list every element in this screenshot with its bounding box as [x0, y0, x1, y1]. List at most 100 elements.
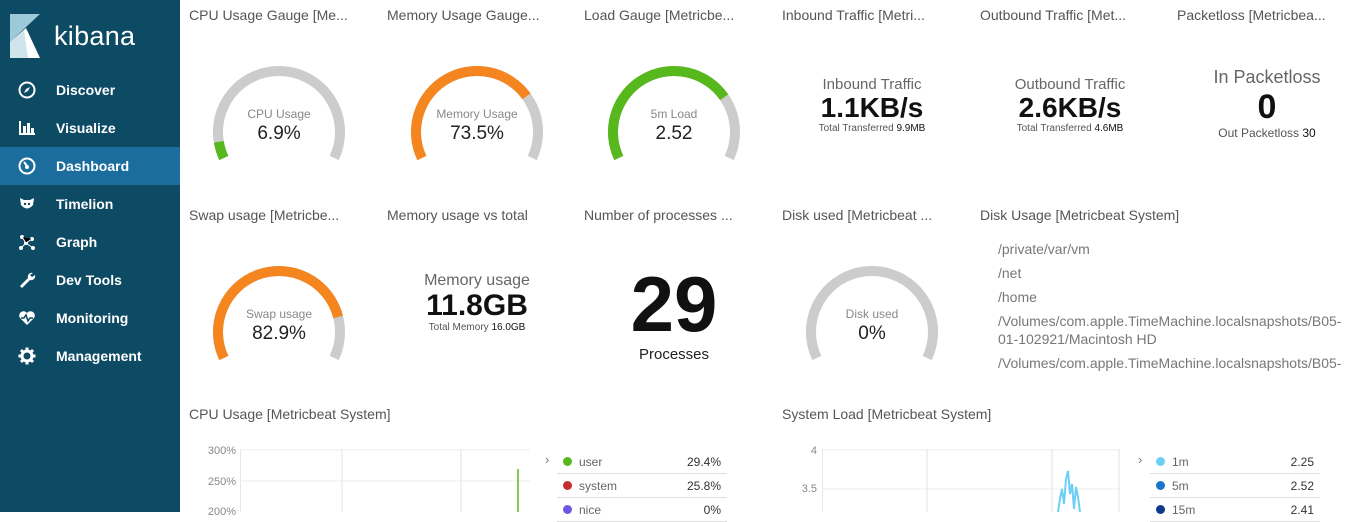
swap-gauge: Swap usage 82.9% — [209, 262, 349, 362]
metric-sub-value: 9.9MB — [896, 123, 926, 134]
metric-sub: Out Packetloss 30 — [1167, 126, 1366, 140]
y-tick-label: 300% — [207, 445, 236, 457]
nav-item-monitoring[interactable]: Monitoring — [0, 299, 180, 337]
legend-item-15m[interactable]: 15m 2.41 — [1150, 498, 1320, 522]
legend-item-system[interactable]: system 25.8% — [557, 474, 727, 498]
nav-label: Graph — [56, 234, 98, 250]
gauge-label: Swap usage — [245, 307, 313, 321]
y-tick-label: 3.5 — [801, 483, 817, 495]
nav-item-timelion[interactable]: Timelion — [0, 185, 180, 223]
legend-label: 5m — [1172, 478, 1189, 493]
nav-label: Timelion — [56, 196, 114, 212]
gauge-label: Memory Usage — [436, 107, 518, 121]
gauge-value: 0% — [858, 323, 886, 344]
logo-text: kibana — [54, 20, 136, 51]
panel-title-processes: Number of processes ... — [584, 207, 733, 223]
panel-title-disk-usage: Disk Usage [Metricbeat System] — [980, 207, 1180, 223]
memory-total-metric: Memory usage 11.8GB Total Memory 16.0GB — [377, 272, 577, 333]
panel-title-load-gauge: Load Gauge [Metricbe... — [584, 7, 735, 23]
kibana-logo[interactable]: kibana — [10, 14, 135, 58]
panel-title-system-load: System Load [Metricbeat System] — [782, 406, 992, 422]
nav-label: Monitoring — [56, 310, 129, 326]
legend-dot — [1156, 481, 1165, 490]
graph-icon — [18, 233, 36, 251]
nav-item-dev-tools[interactable]: Dev Tools — [0, 261, 180, 299]
nav-item-graph[interactable]: Graph — [0, 223, 180, 261]
legend-toggle-chevron-icon[interactable]: › — [545, 452, 549, 467]
list-item[interactable]: /home — [998, 288, 1343, 306]
legend-item-1m[interactable]: 1m 2.25 — [1150, 450, 1320, 474]
legend-label: user — [579, 454, 603, 469]
gear-icon — [18, 347, 36, 365]
panel-title-cpu-usage: CPU Usage [Metricbeat System] — [189, 406, 391, 422]
nav-label: Dev Tools — [56, 272, 122, 288]
legend-item-nice[interactable]: nice 0% — [557, 498, 727, 522]
metric-sub: Total Transferred 9.9MB — [772, 123, 972, 134]
list-item[interactable]: /Volumes/com.apple.TimeMachine.localsnap… — [998, 354, 1343, 372]
legend-value: 29.4% — [686, 454, 721, 469]
dashboard-icon — [18, 157, 36, 175]
list-item[interactable]: /Volumes/com.apple.TimeMachine.localsnap… — [998, 312, 1343, 348]
legend-value: 25.8% — [686, 478, 721, 493]
panel-title-swap: Swap usage [Metricbe... — [189, 207, 340, 223]
legend-label: nice — [579, 502, 602, 517]
metric-sub-label: Out Packetloss — [1218, 126, 1299, 140]
load-1m-series-line — [1057, 470, 1081, 512]
metric-label: Inbound Traffic — [822, 76, 922, 93]
nav-item-discover[interactable]: Discover — [0, 71, 180, 109]
legend-dot — [1156, 457, 1165, 466]
nav-label: Dashboard — [56, 158, 130, 174]
cpu-gauge: CPU Usage 6.9% — [209, 62, 349, 162]
gauge-value: 73.5% — [450, 123, 504, 144]
metric-sub-label: Total Transferred — [1016, 123, 1092, 134]
list-item[interactable]: /net — [998, 264, 1343, 282]
metric-value: 1.1KB/s — [820, 92, 924, 123]
gauge-label: 5m Load — [650, 107, 698, 121]
metric-label: In Packetloss — [1213, 67, 1321, 87]
metric-sub-label: Total Memory — [428, 322, 489, 333]
gauge-value: 82.9% — [252, 323, 306, 344]
list-item[interactable]: /private/var/vm — [998, 240, 1343, 258]
legend-label: system — [579, 478, 618, 493]
wrench-icon — [18, 271, 36, 289]
metric-sub-value: 30 — [1302, 126, 1316, 140]
inbound-metric: Inbound Traffic 1.1KB/s Total Transferre… — [772, 76, 972, 134]
outbound-metric: Outbound Traffic 2.6KB/s Total Transferr… — [970, 76, 1170, 134]
metric-value: 2.6KB/s — [1018, 92, 1122, 123]
disk-gauge: Disk used 0% — [802, 262, 942, 362]
legend-dot — [1156, 505, 1165, 514]
panel-title-cpu-gauge: CPU Usage Gauge [Me... — [189, 7, 348, 23]
nav-label: Management — [56, 348, 142, 364]
metric-sub-value: 4.6MB — [1094, 123, 1124, 134]
legend-item-5m[interactable]: 5m 2.52 — [1150, 474, 1320, 498]
metric-label: Memory usage — [424, 272, 530, 289]
metric-label: Processes — [638, 346, 710, 363]
legend-value: 2.25 — [1290, 454, 1314, 469]
gauge-value: 6.9% — [257, 123, 301, 144]
nav-item-dashboard[interactable]: Dashboard — [0, 147, 180, 185]
legend-toggle-chevron-icon[interactable]: › — [1138, 452, 1142, 467]
panel-title-memory-total: Memory usage vs total — [387, 207, 528, 223]
gauge-label: CPU Usage — [247, 107, 311, 121]
nav-label: Visualize — [56, 120, 116, 136]
nav-item-visualize[interactable]: Visualize — [0, 109, 180, 147]
bar-chart-icon — [18, 119, 36, 137]
y-tick-label: 250% — [207, 476, 236, 488]
nav-item-management[interactable]: Management — [0, 337, 180, 375]
gauge-value: 2.52 — [655, 123, 693, 144]
legend-dot — [563, 457, 572, 466]
panel-title-inbound: Inbound Traffic [Metri... — [782, 7, 925, 23]
legend-label: 15m — [1172, 502, 1196, 517]
processes-metric: 29 Processes — [574, 262, 774, 363]
gauge-label: Disk used — [845, 307, 899, 321]
metric-value: 0 — [1257, 88, 1277, 126]
legend-value: 0% — [703, 502, 721, 517]
legend-item-user[interactable]: user 29.4% — [557, 450, 727, 474]
y-tick-label: 200% — [207, 506, 236, 518]
load-gauge: 5m Load 2.52 — [604, 62, 744, 162]
sidebar: kibana Discover Visualize Dashboard Time… — [0, 0, 180, 512]
kibana-logo-icon — [10, 14, 40, 58]
panel-title-packetloss: Packetloss [Metricbea... — [1177, 7, 1326, 23]
compass-icon — [18, 81, 36, 99]
legend-value: 2.41 — [1290, 502, 1314, 517]
